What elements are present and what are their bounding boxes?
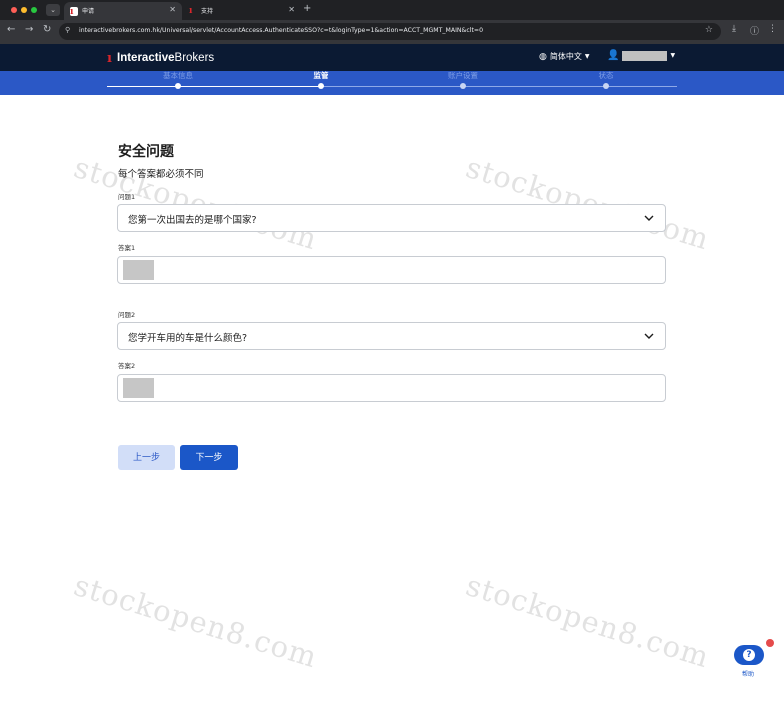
tab-search-icon[interactable]: ⌄ [46,4,60,16]
tab-support[interactable]: ı 支持 ✕ [183,2,301,20]
close-window-button[interactable] [11,7,17,13]
back-icon[interactable]: ← [7,24,15,35]
next-button[interactable]: 下一步 [180,445,238,470]
menu-kebab-icon[interactable]: ⋮ [768,24,777,34]
answer2-input[interactable] [117,374,666,402]
step-status: 状态 [546,71,666,89]
user-menu[interactable]: 👤 ▼ [607,50,675,61]
page-subtitle: 每个答案都必须不同 [118,169,204,180]
step-label: 账户设置 [448,71,478,80]
step-label: 监管 [313,71,329,80]
user-icon: 👤 [607,50,620,61]
watermark: stockopen8.com [70,568,322,675]
new-tab-icon[interactable]: + [303,3,311,14]
caret-down-icon: ▼ [670,52,676,59]
step-label: 基本信息 [163,71,193,80]
step-dot [318,83,324,89]
ib-logo-icon: ı [107,50,112,66]
logo-text-light: Brokers [174,52,215,64]
step-account-settings: 账户设置 [403,71,523,89]
maximize-window-button[interactable] [31,7,37,13]
close-tab-icon[interactable]: ✕ [288,5,295,14]
answer1-label: 答案1 [118,244,136,252]
step-dot [175,83,181,89]
question2-label: 问题2 [118,311,136,319]
logo-text-bold: Interactive [117,52,175,64]
help-label: 帮助 [742,671,755,678]
answer1-redacted-value [123,260,154,280]
ib-favicon-icon: ı [70,7,78,17]
question-mark-icon: ? [743,649,755,661]
question1-selected-value: 您第一次出国去的是哪个国家? [128,215,257,226]
step-regulatory: 监管 [261,71,381,89]
language-selector[interactable]: ◍ 简体中文 ▼ [539,51,589,62]
answer1-input[interactable] [117,256,666,284]
step-basic-info[interactable]: 基本信息 [118,71,238,89]
answer2-label: 答案2 [118,362,136,370]
forward-icon[interactable]: → [25,24,33,35]
caret-down-icon: ▼ [584,53,590,60]
tab-title: 支持 [201,8,214,15]
close-tab-icon[interactable]: ✕ [169,5,176,14]
ib-favicon-icon: ı [189,6,193,16]
download-icon[interactable]: ⤓ [732,24,736,34]
previous-button[interactable]: 上一步 [118,445,175,470]
answer2-redacted-value [123,378,154,398]
site-info-icon[interactable]: ⚲ [65,26,70,34]
watermark: stockopen8.com [462,568,714,675]
url-text: interactivebrokers.com.hk/Universal/serv… [79,27,484,34]
bookmark-star-icon[interactable]: ☆ [705,25,713,35]
extension-icon[interactable]: ⓘ [750,24,759,37]
step-dot [460,83,466,89]
chevron-down-icon [644,333,654,339]
page-title: 安全问题 [118,144,174,160]
progress-stepper: 基本信息 监管 账户设置 状态 [0,71,784,95]
browser-toolbar: ← → ↻ ⚲ interactivebrokers.com.hk/Univer… [0,20,784,44]
question2-select[interactable]: 您学开车用的车是什么颜色? [117,322,666,350]
globe-icon: ◍ [539,51,547,62]
minimize-window-button[interactable] [21,7,27,13]
notification-badge [766,639,774,647]
stepper-progress [107,86,321,87]
tab-title: 申请 [82,8,95,15]
site-header: ı InteractiveBrokers ◍ 简体中文 ▼ 👤 ▼ [0,44,784,71]
browser-chrome: ⌄ ı 申请 ✕ ı 支持 ✕ + ← → ↻ ⚲ interactivebro… [0,0,784,44]
tab-bar: ⌄ ı 申请 ✕ ı 支持 ✕ + [0,0,784,20]
address-bar[interactable]: ⚲ interactivebrokers.com.hk/Universal/se… [59,23,721,40]
help-button[interactable]: ? [734,645,764,665]
reload-icon[interactable]: ↻ [43,24,51,35]
step-label: 状态 [598,71,614,80]
tab-apply[interactable]: ı 申请 ✕ [64,2,182,20]
step-dot [603,83,609,89]
chevron-down-icon [644,215,654,221]
question1-select[interactable]: 您第一次出国去的是哪个国家? [117,204,666,232]
interactive-brokers-logo[interactable]: ı InteractiveBrokers [107,50,214,66]
question1-label: 问题1 [118,193,136,201]
question2-selected-value: 您学开车用的车是什么颜色? [128,333,248,344]
language-label: 简体中文 [549,52,582,61]
username-redacted [622,50,668,61]
